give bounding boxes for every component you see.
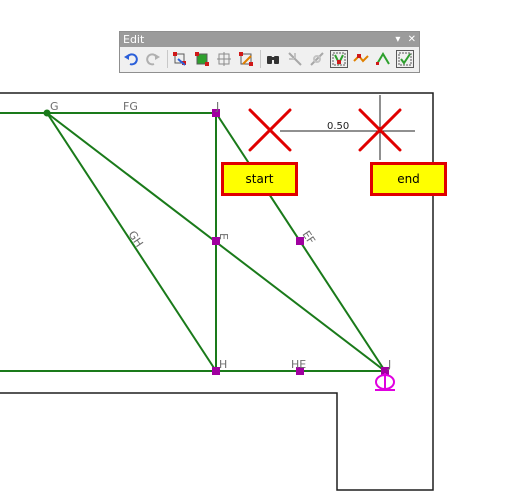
- validate-button[interactable]: [396, 50, 414, 68]
- validate-icon: [398, 52, 412, 66]
- label-node-j-top: J: [215, 100, 219, 113]
- reshape-button[interactable]: [352, 50, 370, 68]
- redo-button[interactable]: [144, 50, 162, 68]
- reshape-icon: [353, 54, 369, 63]
- label-node-j-bottom: J: [387, 358, 391, 371]
- start-x-marker-icon: [248, 108, 292, 152]
- find-button[interactable]: [264, 50, 282, 68]
- drawing-canvas[interactable]: G FG J GH EF E H HE J 0.50: [0, 0, 506, 501]
- binoculars-icon: [267, 56, 279, 64]
- label-member-fg: FG: [123, 100, 138, 113]
- dimension-value: 0.50: [327, 121, 349, 132]
- vertex-edit-icon: [173, 52, 186, 66]
- edit-toolbar: Edit ▾ ✕: [119, 31, 420, 73]
- select-vertex-button[interactable]: [330, 50, 348, 68]
- edit-toolbar-title: Edit: [123, 33, 145, 46]
- vertex-move-icon: [195, 52, 209, 66]
- toolbar-separator: [260, 50, 261, 68]
- edit-toolbar-titlebar[interactable]: Edit ▾ ✕: [120, 32, 419, 47]
- vertex-grid-button[interactable]: [215, 50, 233, 68]
- label-node-h: H: [219, 358, 227, 371]
- vertex-add-button[interactable]: [237, 50, 255, 68]
- arc-icon: [376, 52, 390, 65]
- label-member-he: HE: [291, 358, 306, 371]
- vertex-move-button[interactable]: [193, 50, 211, 68]
- undo-icon: [124, 53, 138, 66]
- toolbar-separator: [167, 50, 168, 68]
- arc-button[interactable]: [374, 50, 392, 68]
- select-vertex-icon: [332, 52, 346, 66]
- end-button[interactable]: end: [370, 162, 447, 196]
- pin-support-icon: [375, 373, 395, 391]
- redo-icon: [146, 53, 160, 66]
- vertex-edit-button[interactable]: [171, 50, 189, 68]
- merge-icon: [310, 52, 324, 66]
- split-button[interactable]: [286, 50, 304, 68]
- split-icon: [288, 52, 302, 66]
- label-node-mid: E: [217, 233, 230, 240]
- label-member-gh: GH: [126, 228, 146, 249]
- toolbar-dropdown-icon[interactable]: ▾: [395, 34, 400, 45]
- label-node-g: G: [50, 100, 59, 113]
- vertex-grid-icon: [217, 52, 231, 66]
- vertex-add-icon: [239, 52, 253, 66]
- toolbar-close-icon[interactable]: ✕: [408, 34, 416, 45]
- start-button[interactable]: start: [221, 162, 298, 196]
- merge-button[interactable]: [308, 50, 326, 68]
- undo-button[interactable]: [122, 50, 140, 68]
